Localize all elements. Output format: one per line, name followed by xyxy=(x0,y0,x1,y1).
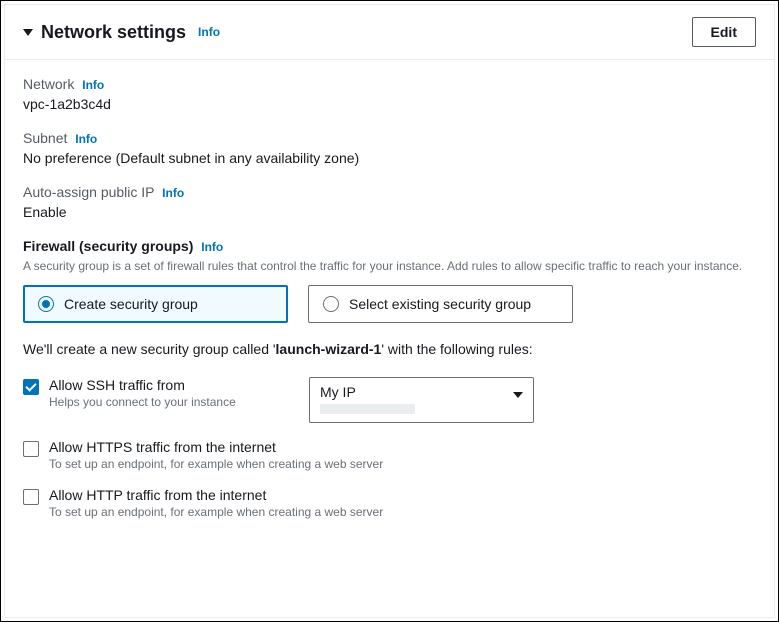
collapse-caret-icon[interactable] xyxy=(23,29,33,36)
rules-intro-suffix: ' with the following rules: xyxy=(381,341,532,357)
checkbox-allow-https[interactable] xyxy=(23,441,39,457)
panel-header: Network settings Info Edit xyxy=(5,5,774,60)
info-link-network[interactable]: Info xyxy=(82,78,104,92)
auto-assign-label-text: Auto-assign public IP xyxy=(23,184,154,200)
ssh-source-ip-placeholder xyxy=(320,404,415,414)
network-label: Network Info xyxy=(23,76,756,92)
subnet-value: No preference (Default subnet in any ava… xyxy=(23,150,756,166)
rule-ssh-desc: Helps you connect to your instance xyxy=(49,395,289,409)
radio-icon xyxy=(323,296,339,312)
field-firewall: Firewall (security groups) Info A securi… xyxy=(23,238,756,323)
info-link-subnet[interactable]: Info xyxy=(75,132,97,146)
rule-ssh: Allow SSH traffic from Helps you connect… xyxy=(23,377,756,423)
auto-assign-label: Auto-assign public IP Info xyxy=(23,184,756,200)
rule-https-label: Allow HTTPS traffic from the internet xyxy=(49,439,756,455)
rule-https: Allow HTTPS traffic from the internet To… xyxy=(23,439,756,471)
checkbox-allow-ssh[interactable] xyxy=(23,379,39,395)
field-auto-assign: Auto-assign public IP Info Enable xyxy=(23,184,756,220)
firewall-label: Firewall (security groups) Info xyxy=(23,238,756,254)
field-subnet: Subnet Info No preference (Default subne… xyxy=(23,130,756,166)
checkbox-allow-http[interactable] xyxy=(23,489,39,505)
network-settings-panel: Network settings Info Edit Network Info … xyxy=(4,4,775,618)
rules-intro-prefix: We'll create a new security group called… xyxy=(23,341,276,357)
info-link-header[interactable]: Info xyxy=(198,25,220,39)
rule-http-desc: To set up an endpoint, for example when … xyxy=(49,505,756,519)
rule-http: Allow HTTP traffic from the internet To … xyxy=(23,487,756,519)
rule-https-desc: To set up an endpoint, for example when … xyxy=(49,457,756,471)
rule-ssh-label: Allow SSH traffic from xyxy=(49,377,289,393)
panel-body: Network Info vpc-1a2b3c4d Subnet Info No… xyxy=(5,60,774,617)
radio-icon xyxy=(38,296,54,312)
firewall-radio-group: Create security group Select existing se… xyxy=(23,285,756,323)
info-link-auto-assign[interactable]: Info xyxy=(162,186,184,200)
subnet-label-text: Subnet xyxy=(23,130,67,146)
auto-assign-value: Enable xyxy=(23,204,756,220)
edit-button[interactable]: Edit xyxy=(692,17,756,47)
field-network: Network Info vpc-1a2b3c4d xyxy=(23,76,756,112)
radio-create-label: Create security group xyxy=(64,296,198,312)
rules-intro: We'll create a new security group called… xyxy=(23,341,756,357)
network-label-text: Network xyxy=(23,76,74,92)
ssh-source-value: My IP xyxy=(320,384,523,400)
rules-intro-name: launch-wizard-1 xyxy=(276,341,382,357)
rule-http-label: Allow HTTP traffic from the internet xyxy=(49,487,756,503)
network-value: vpc-1a2b3c4d xyxy=(23,96,756,112)
firewall-desc: A security group is a set of firewall ru… xyxy=(23,258,756,275)
radio-create-security-group[interactable]: Create security group xyxy=(23,285,288,323)
radio-select-existing-security-group[interactable]: Select existing security group xyxy=(308,285,573,323)
info-link-firewall[interactable]: Info xyxy=(201,240,223,254)
ssh-source-select[interactable]: My IP xyxy=(309,377,534,423)
subnet-label: Subnet Info xyxy=(23,130,756,146)
radio-select-label: Select existing security group xyxy=(349,296,531,312)
chevron-down-icon xyxy=(513,392,523,398)
firewall-label-text: Firewall (security groups) xyxy=(23,238,193,254)
section-title: Network settings xyxy=(41,22,186,43)
